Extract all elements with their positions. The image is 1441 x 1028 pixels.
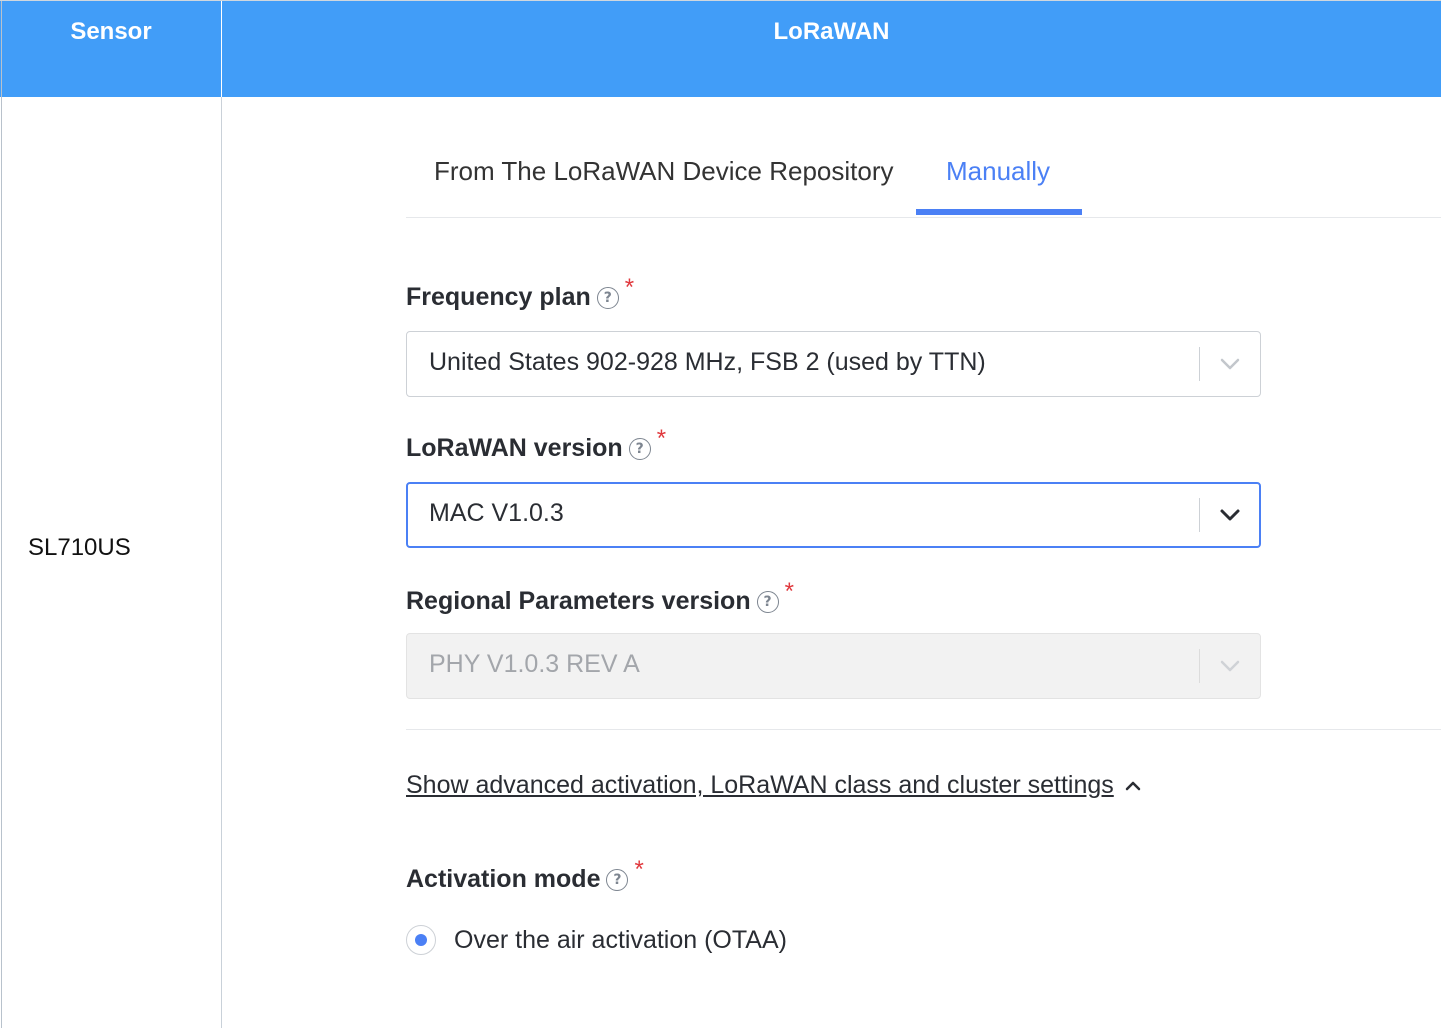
help-circle-icon[interactable]: ? [606,868,629,891]
regional-parameters-label-text: Regional Parameters version [406,587,751,615]
lorawan-version-value: MAC V1.0.3 [429,499,564,527]
activation-mode-otaa-option[interactable]: Over the air activation (OTAA) [406,925,787,955]
select-separator [1199,498,1200,532]
regional-parameters-value: PHY V1.0.3 REV A [429,650,640,678]
section-divider [406,729,1441,730]
tab-manually[interactable]: Manually [946,156,1050,187]
help-circle-icon[interactable]: ? [628,437,651,460]
tab-device-repository[interactable]: From The LoRaWAN Device Repository [434,156,893,187]
required-mark: * [624,273,635,301]
regional-parameters-select: PHY V1.0.3 REV A [406,633,1261,699]
required-mark: * [784,577,794,605]
header-column-divider [221,0,222,97]
caret-up-icon [1125,781,1141,790]
chevron-down-icon [1220,660,1240,672]
table-border-top [0,0,1441,1]
required-mark: * [634,855,644,883]
header-lorawan: LoRaWAN [773,18,890,45]
regional-parameters-label: Regional Parameters version ? * [406,578,794,616]
select-separator [1199,649,1200,683]
activation-mode-label: Activation mode ? * [406,856,644,894]
required-mark: * [656,424,667,452]
show-advanced-settings-text: Show advanced activation, LoRaWAN class … [406,771,1114,799]
table-header: Sensor LoRaWAN [0,0,1441,97]
chevron-down-icon[interactable] [1214,348,1246,380]
table-border-left [1,0,2,1028]
lorawan-version-label: LoRaWAN version ? * [406,425,666,463]
show-advanced-settings-link[interactable]: Show advanced activation, LoRaWAN class … [406,771,1144,800]
tab-bar: From The LoRaWAN Device Repository Manua… [406,140,1441,218]
frequency-plan-label-text: Frequency plan [406,283,591,311]
help-circle-icon[interactable]: ? [756,590,779,613]
otaa-radio[interactable] [406,925,436,955]
select-separator [1199,347,1200,381]
table-column-divider [221,0,222,1028]
frequency-plan-value: United States 902-928 MHz, FSB 2 (used b… [429,348,986,376]
activation-mode-label-text: Activation mode [406,865,601,893]
lorawan-version-label-text: LoRaWAN version [406,434,623,462]
header-sensor: Sensor [70,18,152,45]
sensor-model: SL710US [28,534,131,561]
chevron-down-icon[interactable] [1214,499,1246,531]
frequency-plan-label: Frequency plan ? * [406,274,634,312]
sensor-table: Sensor LoRaWAN SL710US From The LoRaWAN … [0,0,1441,1028]
lorawan-version-select[interactable]: MAC V1.0.3 [406,482,1261,548]
active-tab-indicator [916,209,1082,215]
frequency-plan-select[interactable]: United States 902-928 MHz, FSB 2 (used b… [406,331,1261,397]
otaa-radio-label: Over the air activation (OTAA) [454,925,787,954]
help-circle-icon[interactable]: ? [596,286,619,309]
radio-selected-dot [415,934,427,946]
